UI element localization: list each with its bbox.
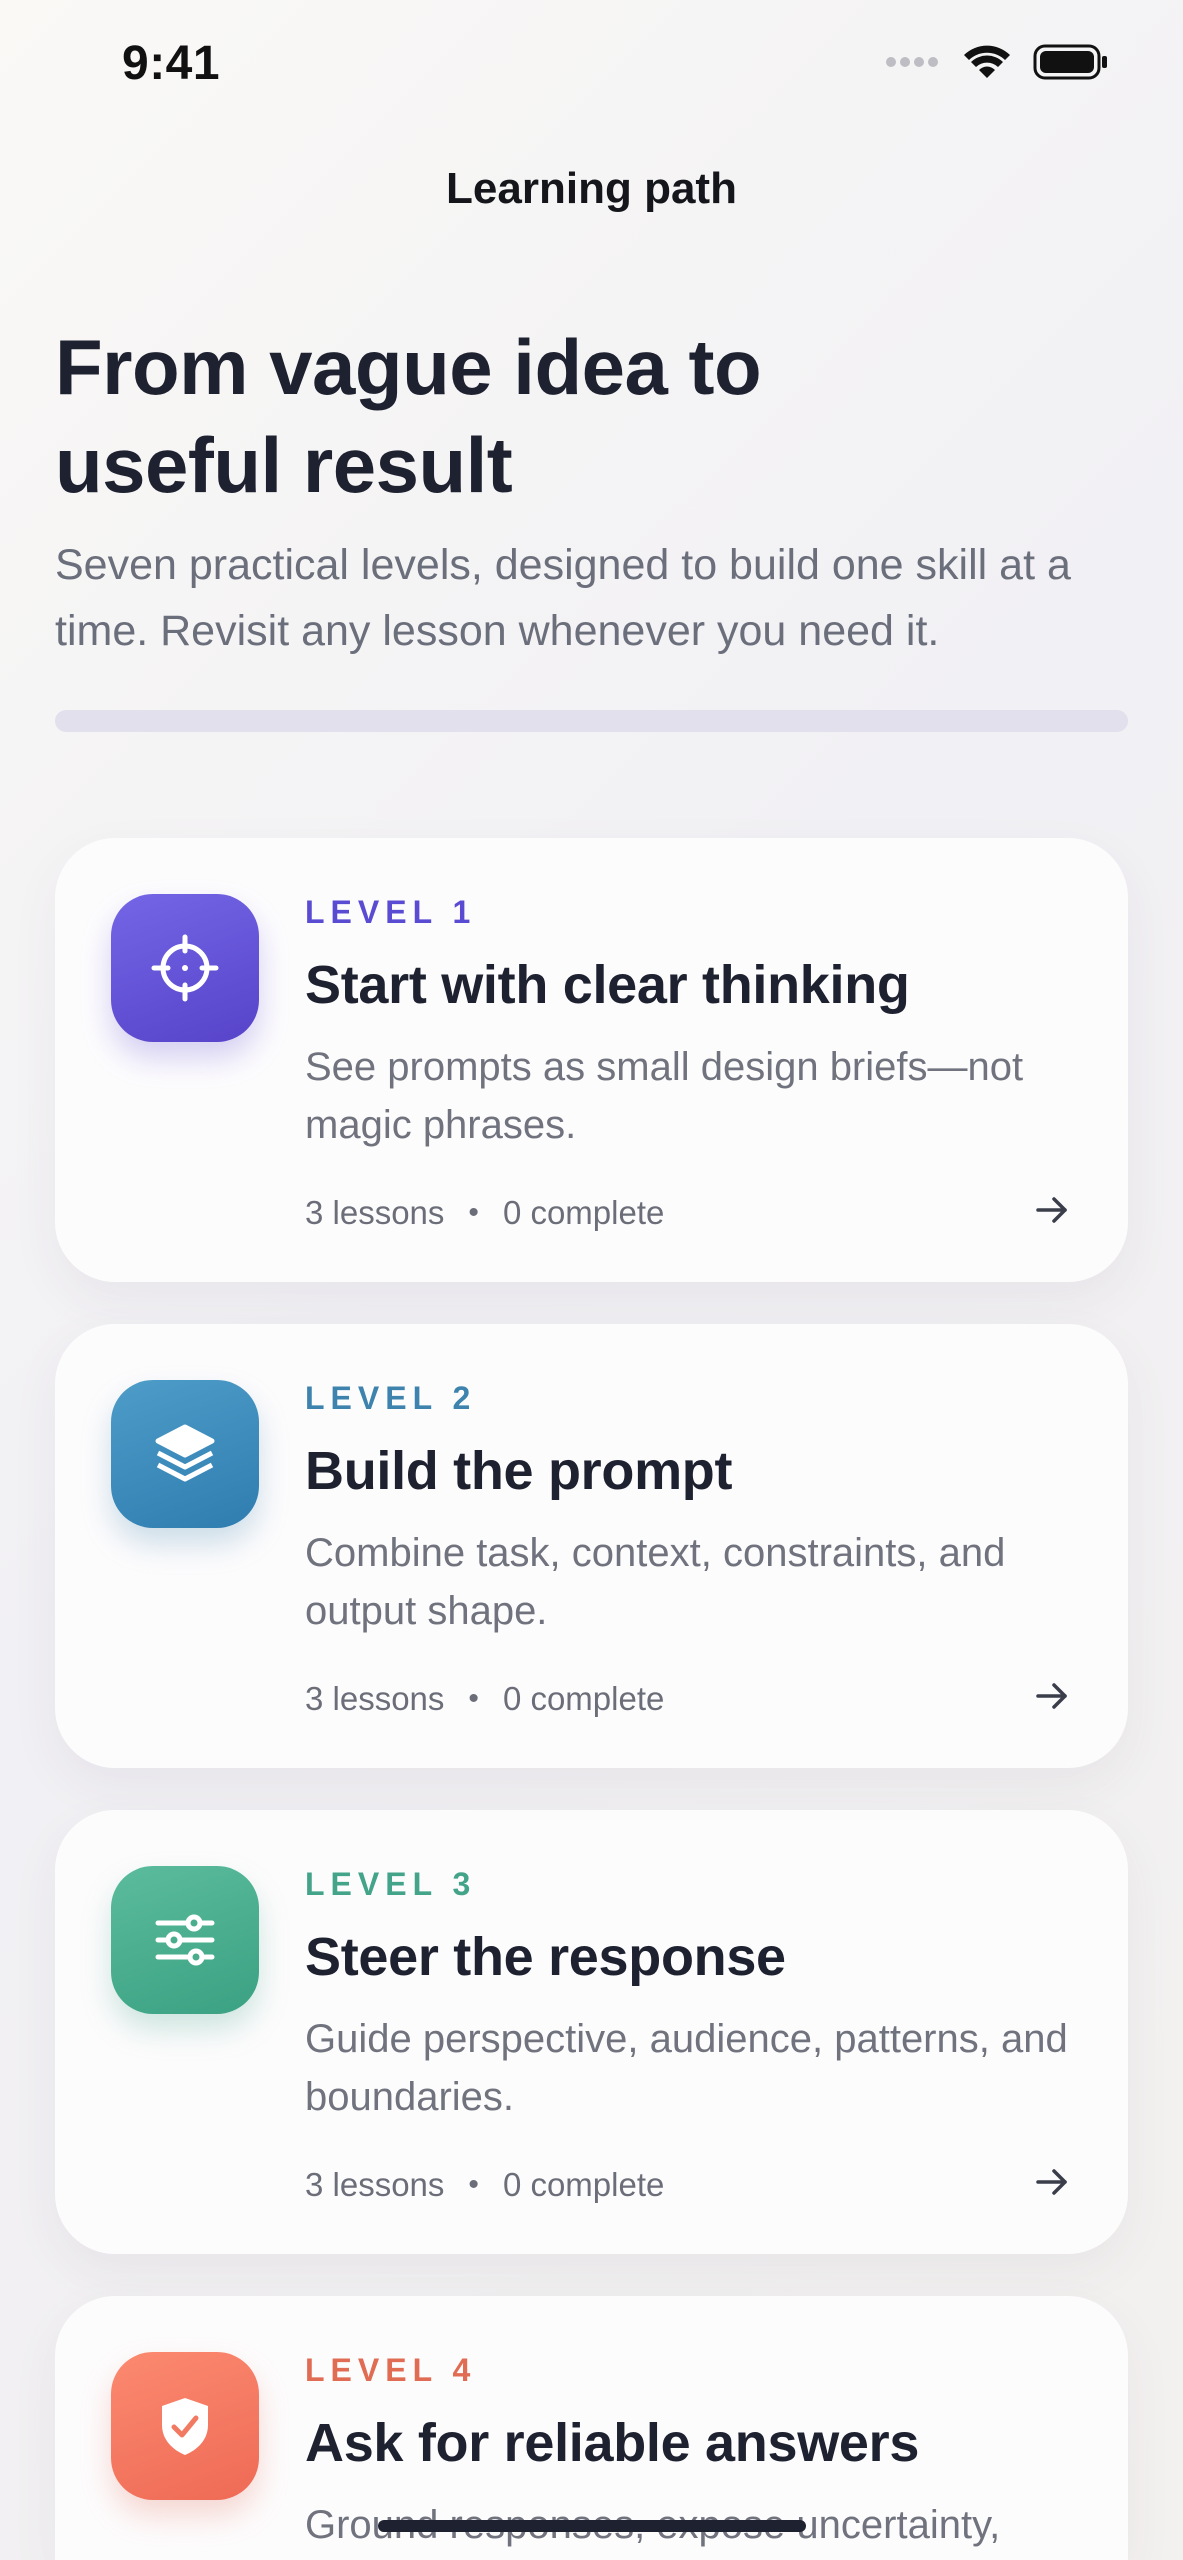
level-label: LEVEL 2: [305, 1380, 477, 1416]
level-icon-tile: [111, 894, 259, 1042]
level-card-3[interactable]: LEVEL 3 Steer the response Guide perspec…: [55, 1810, 1128, 2254]
level-title: Ask for reliable answers: [305, 2413, 920, 2473]
hero-subtitle: Seven practical levels, designed to buil…: [55, 541, 1071, 655]
meta-separator: •: [468, 2168, 479, 2201]
page-title: Learning path: [446, 164, 737, 213]
meta-separator: •: [468, 1682, 479, 1715]
meta-separator: •: [468, 1196, 479, 1229]
level-card-2[interactable]: LEVEL 2 Build the prompt Combine task, c…: [55, 1324, 1128, 1768]
arrow-right-icon[interactable]: [1032, 1676, 1072, 1716]
level-meta: 3 lessons • 0 complete: [305, 1680, 664, 1718]
level-card-1[interactable]: LEVEL 1 Start with clear thinking See pr…: [55, 838, 1128, 1282]
status-time: 9:41: [122, 37, 221, 90]
level-title: Start with clear thinking: [305, 955, 910, 1015]
target-icon: [151, 934, 219, 1002]
level-meta: 3 lessons • 0 complete: [305, 1194, 664, 1232]
wifi-icon: [964, 45, 1010, 78]
complete-count: 0 complete: [502, 1680, 665, 1717]
level-description: Guide perspective, audience, patterns, a…: [305, 2017, 1068, 2119]
lesson-count: 3 lessons: [305, 1194, 445, 1231]
level-icon-tile: [111, 1380, 259, 1528]
sliders-icon: [155, 1914, 215, 1966]
level-title: Build the prompt: [305, 1441, 733, 1501]
level-icon-tile: [111, 2352, 259, 2500]
level-title: Steer the response: [305, 1927, 786, 1987]
layers-icon: [155, 1424, 215, 1482]
cellular-signal-icon: [886, 57, 938, 67]
level-label: LEVEL 3: [305, 1866, 477, 1902]
status-icons: [885, 44, 1109, 80]
complete-count: 0 complete: [502, 1194, 665, 1231]
hero-title: From vague idea to useful result: [55, 323, 762, 509]
level-meta: 3 lessons • 0 complete: [305, 2166, 664, 2204]
level-label: LEVEL 4: [305, 2352, 477, 2388]
complete-count: 0 complete: [502, 2166, 665, 2203]
level-description: See prompts as small design briefs—not m…: [305, 1045, 1024, 1147]
home-indicator[interactable]: [378, 2520, 806, 2532]
level-icon-tile: [111, 1866, 259, 2014]
status-bar: 9:41: [0, 0, 1183, 130]
lesson-count: 3 lessons: [305, 2166, 445, 2203]
level-description: Combine task, context, constraints, and …: [305, 1531, 1006, 1633]
shield-check-icon: [162, 2398, 208, 2455]
overall-progress-bar: [55, 710, 1128, 732]
lesson-count: 3 lessons: [305, 1680, 445, 1717]
level-label: LEVEL 1: [305, 894, 477, 930]
arrow-right-icon[interactable]: [1032, 1190, 1072, 1230]
battery-icon: [1033, 44, 1107, 80]
arrow-right-icon[interactable]: [1032, 2162, 1072, 2202]
